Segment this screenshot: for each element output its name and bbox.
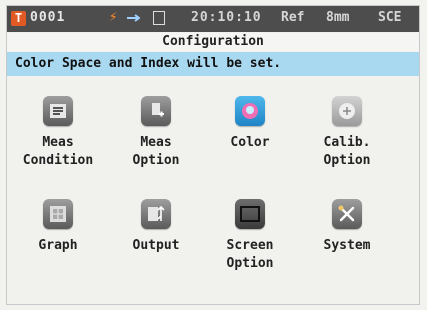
menu-label: Color — [230, 135, 270, 150]
menu-label: System — [323, 238, 371, 253]
system-tools-icon — [332, 199, 362, 229]
menu-system[interactable]: System — [304, 199, 390, 255]
menu-label: Calib. Option — [323, 135, 371, 168]
instrument-screen: T 0001 ⚡ 20:10:10 Ref 8mm SCE Configurat… — [6, 5, 420, 305]
status-ref: Ref — [281, 10, 305, 25]
menu-screen-option[interactable]: Screen Option — [207, 199, 293, 273]
memory-icon — [153, 11, 165, 25]
status-aperture: 8mm — [326, 10, 350, 25]
menu-label: Meas Option — [132, 135, 180, 168]
menu-meas-condition[interactable]: Meas Condition — [15, 96, 101, 170]
meas-condition-icon — [43, 96, 73, 126]
menu-color[interactable]: Color — [207, 96, 293, 152]
usb-icon — [127, 14, 140, 22]
color-icon — [235, 96, 265, 126]
menu-label: Graph — [38, 238, 78, 253]
calib-option-icon — [332, 96, 362, 126]
screen-option-icon — [235, 199, 265, 229]
menu-calib-option[interactable]: Calib. Option — [304, 96, 390, 170]
menu-output[interactable]: Output — [113, 199, 199, 255]
menu-meas-option[interactable]: Meas Option — [113, 96, 199, 170]
sample-number: 0001 — [30, 10, 66, 25]
description-bar: Color Space and Index will be set. — [7, 52, 419, 76]
menu-graph[interactable]: Graph — [15, 199, 101, 255]
menu-label: Output — [132, 238, 180, 253]
page-title: Configuration — [7, 33, 419, 51]
graph-icon — [43, 199, 73, 229]
status-mode: SCE — [378, 10, 402, 25]
sample-number-icon: T — [11, 11, 26, 26]
power-icon: ⚡ — [109, 9, 118, 25]
status-time: 20:10:10 — [191, 10, 262, 25]
meas-option-icon — [141, 96, 171, 126]
menu-label: Screen Option — [226, 238, 274, 271]
menu-label: Meas Condition — [22, 135, 94, 168]
status-bar: T 0001 ⚡ 20:10:10 Ref 8mm SCE — [7, 6, 419, 32]
usb-output-icon — [141, 199, 171, 229]
